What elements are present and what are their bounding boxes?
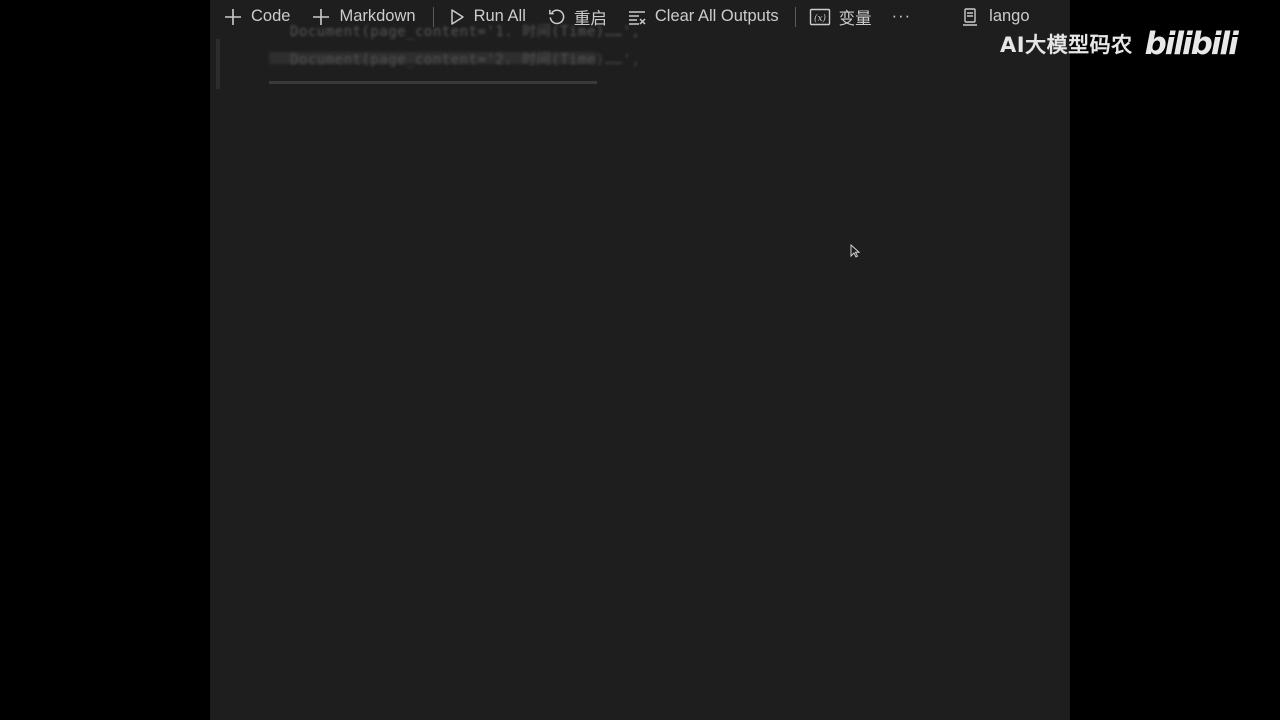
clear-all-outputs-label: Clear All Outputs	[654, 7, 779, 25]
kernel-icon	[961, 7, 979, 27]
add-code-cell-label: Code	[251, 7, 291, 25]
output-scrollbar[interactable]	[269, 81, 597, 84]
add-code-cell-button[interactable]: Code	[223, 3, 290, 31]
more-actions-button[interactable]: ···	[892, 3, 911, 31]
mouse-pointer-icon	[850, 243, 861, 263]
bilibili-logo: bilibili	[1144, 26, 1239, 62]
notebook-editor: Code Markdown Run All 重启 Clear All Outpu…	[210, 0, 1070, 720]
variables-button[interactable]: (x) 变量	[809, 3, 872, 31]
cell-output: Document(page_content='1. 时间(Time)……', D…	[210, 24, 1070, 93]
more-actions-label: ···	[891, 7, 912, 25]
output-line: Document(page_content='2. 时间(Time)……',	[290, 52, 641, 68]
variables-label: 变量	[838, 9, 872, 28]
variables-icon: (x)	[809, 7, 831, 27]
video-watermark: AI大模型码农 bilibili	[1000, 22, 1239, 66]
output-line: Document(page_content='1. 时间(Time)……',	[290, 24, 641, 40]
toolbar-divider	[794, 6, 796, 27]
watermark-text: AI大模型码农	[1000, 33, 1133, 57]
svg-text:(x): (x)	[814, 13, 827, 24]
cell-gutter	[216, 39, 220, 89]
clear-all-outputs-button[interactable]: Clear All Outputs	[627, 3, 779, 31]
plus-icon	[223, 7, 243, 27]
